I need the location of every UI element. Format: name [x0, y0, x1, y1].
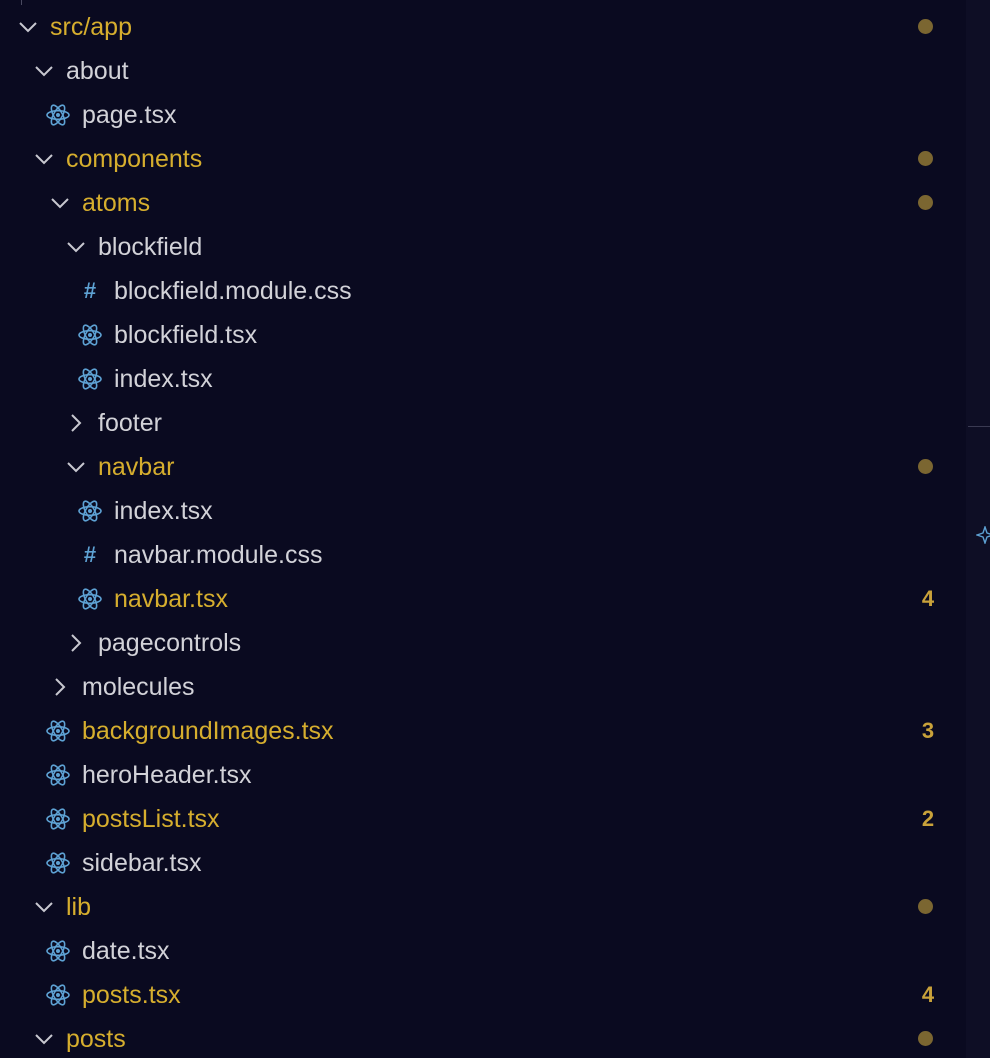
- chevron-down-icon[interactable]: [30, 1017, 58, 1058]
- file-label: sidebar.tsx: [82, 849, 202, 877]
- folder-label: molecules: [82, 673, 195, 701]
- file-row-navbar-module-css[interactable]: # navbar.module.css: [0, 533, 966, 577]
- chevron-down-icon[interactable]: [62, 225, 90, 269]
- scrollbar-marker: [968, 426, 990, 427]
- file-label: backgroundImages.tsx: [82, 717, 334, 745]
- file-label: heroHeader.tsx: [82, 761, 252, 789]
- react-icon: [44, 753, 72, 797]
- folder-row-about[interactable]: about: [0, 49, 966, 93]
- chevron-down-icon[interactable]: [46, 181, 74, 225]
- chevron-down-icon[interactable]: [62, 445, 90, 489]
- file-label: index.tsx: [114, 497, 213, 525]
- folder-row-molecules[interactable]: molecules: [0, 665, 966, 709]
- folder-row-components[interactable]: components: [0, 137, 966, 181]
- file-row-backgroundimages-tsx[interactable]: backgroundImages.tsx 3: [0, 709, 966, 753]
- file-label: date.tsx: [82, 937, 170, 965]
- chevron-right-icon[interactable]: [62, 401, 90, 445]
- chevron-right-icon[interactable]: [62, 621, 90, 665]
- problem-count-badge: 4: [921, 982, 935, 1007]
- react-icon: [76, 357, 104, 401]
- chevron-down-icon[interactable]: [30, 885, 58, 929]
- problem-count-badge: 2: [921, 806, 935, 831]
- hash-icon: #: [83, 278, 97, 303]
- modified-dot: [918, 19, 933, 34]
- modified-dot: [918, 151, 933, 166]
- modified-dot: [918, 459, 933, 474]
- folder-label: footer: [98, 409, 162, 437]
- modified-dot: [918, 899, 933, 914]
- folder-label: about: [66, 57, 129, 85]
- file-row-blockfield-module-css[interactable]: # blockfield.module.css: [0, 269, 966, 313]
- react-icon: [76, 577, 104, 621]
- file-row-navbar-tsx[interactable]: navbar.tsx 4: [0, 577, 966, 621]
- file-row-page-tsx[interactable]: page.tsx: [0, 93, 966, 137]
- file-row-heroheader-tsx[interactable]: heroHeader.tsx: [0, 753, 966, 797]
- folder-row-footer[interactable]: footer: [0, 401, 966, 445]
- folder-label: pagecontrols: [98, 629, 242, 657]
- folder-row-lib[interactable]: lib: [0, 885, 966, 929]
- chevron-right-icon[interactable]: [46, 665, 74, 709]
- sparkle-icon[interactable]: [974, 522, 990, 546]
- folder-label: navbar: [98, 453, 175, 481]
- chevron-down-icon[interactable]: [30, 137, 58, 181]
- modified-dot: [918, 195, 933, 210]
- folder-row-blockfield[interactable]: blockfield: [0, 225, 966, 269]
- problem-count-badge: 4: [921, 586, 935, 611]
- react-icon: [44, 797, 72, 841]
- react-icon: [44, 973, 72, 1017]
- react-icon: [76, 489, 104, 533]
- file-label: index.tsx: [114, 365, 213, 393]
- react-icon: [44, 709, 72, 753]
- react-icon: [44, 93, 72, 137]
- chevron-down-icon[interactable]: [30, 49, 58, 93]
- folder-row-pagecontrols[interactable]: pagecontrols: [0, 621, 966, 665]
- file-row-postslist-tsx[interactable]: postsList.tsx 2: [0, 797, 966, 841]
- folder-label: atoms: [82, 189, 151, 217]
- folder-label: components: [66, 145, 203, 173]
- file-row-sidebar-tsx[interactable]: sidebar.tsx: [0, 841, 966, 885]
- file-explorer: src/app about page.tsx components atoms: [0, 0, 990, 1058]
- file-label: blockfield.module.css: [114, 277, 352, 305]
- file-row-date-tsx[interactable]: date.tsx: [0, 929, 966, 973]
- folder-row-src-app[interactable]: src/app: [0, 5, 966, 49]
- folder-label: lib: [66, 893, 92, 921]
- problem-count-badge: 3: [921, 718, 935, 743]
- folder-label: posts: [66, 1025, 126, 1053]
- folder-label: blockfield: [98, 233, 203, 261]
- modified-dot: [918, 1031, 933, 1046]
- file-label: navbar.module.css: [114, 541, 323, 569]
- file-row-posts-tsx[interactable]: posts.tsx 4: [0, 973, 966, 1017]
- file-label: postsList.tsx: [82, 805, 220, 833]
- file-row-index-tsx[interactable]: index.tsx: [0, 489, 966, 533]
- folder-row-atoms[interactable]: atoms: [0, 181, 966, 225]
- react-icon: [44, 929, 72, 973]
- react-icon: [76, 313, 104, 357]
- file-row-index-tsx[interactable]: index.tsx: [0, 357, 966, 401]
- file-label: posts.tsx: [82, 981, 181, 1009]
- folder-row-navbar[interactable]: navbar: [0, 445, 966, 489]
- folder-row-posts[interactable]: posts: [0, 1017, 966, 1058]
- hash-icon: #: [83, 542, 97, 567]
- file-label: page.tsx: [82, 101, 177, 129]
- react-icon: [44, 841, 72, 885]
- chevron-down-icon[interactable]: [14, 5, 42, 49]
- file-row-blockfield-tsx[interactable]: blockfield.tsx: [0, 313, 966, 357]
- file-label: navbar.tsx: [114, 585, 228, 613]
- file-label: blockfield.tsx: [114, 321, 258, 349]
- folder-label: src/app: [50, 13, 132, 41]
